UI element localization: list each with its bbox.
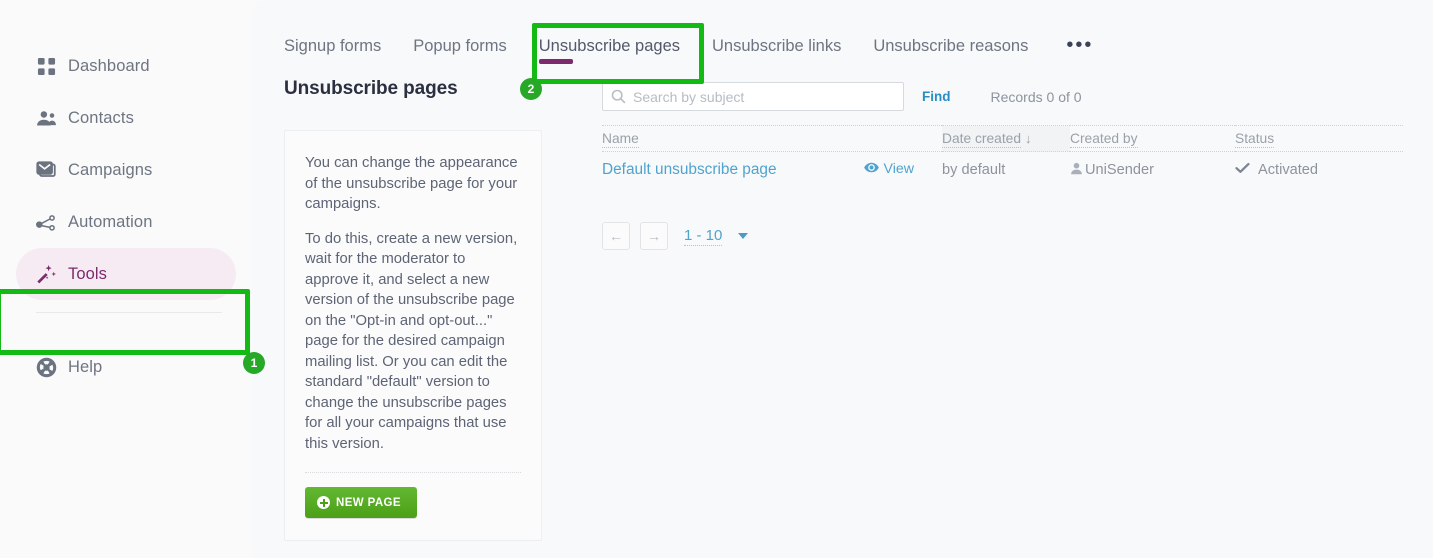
search-row: Find Records 0 of 0: [602, 82, 1403, 111]
cell-status: Activated: [1235, 152, 1403, 189]
cell-name: Default unsubscribe page View: [602, 152, 942, 189]
column-header-created-by[interactable]: Created by: [1070, 125, 1235, 152]
envelope-icon: [24, 160, 68, 180]
search-input[interactable]: [631, 87, 903, 106]
search-box[interactable]: [602, 82, 904, 111]
sidebar-item-label: Contacts: [68, 108, 134, 127]
column-header-label: Date created: [942, 131, 1021, 148]
pagination-range[interactable]: 1 - 10: [684, 227, 723, 246]
pagination-prev-button[interactable]: ←: [602, 222, 630, 250]
column-header-date-created[interactable]: Date created ↓: [942, 125, 1070, 152]
tab-unsubscribe-pages[interactable]: Unsubscribe pages: [523, 33, 696, 70]
find-button[interactable]: Find: [922, 89, 951, 104]
sidebar-item-label: Dashboard: [68, 56, 150, 75]
share-nodes-icon: [24, 213, 68, 232]
search-icon: [611, 89, 626, 109]
tab-label: Unsubscribe links: [712, 36, 842, 55]
sidebar: Dashboard Contacts Campaigns Automation …: [0, 0, 252, 558]
pagination: ← → 1 - 10: [602, 222, 1403, 250]
sidebar-item-help[interactable]: Help: [16, 341, 236, 393]
more-tabs-icon[interactable]: •••: [1044, 35, 1107, 62]
column-header-label: Created by: [1070, 131, 1138, 148]
info-card: You can change the appearance of the uns…: [284, 130, 542, 541]
sidebar-item-campaigns[interactable]: Campaigns: [16, 144, 236, 196]
cell-created-by: UniSender: [1070, 152, 1235, 189]
sidebar-item-label: Help: [68, 357, 103, 376]
sidebar-item-label: Automation: [68, 212, 153, 231]
life-ring-icon: [24, 357, 68, 378]
magic-wand-icon: [24, 264, 68, 284]
column-header-label: Status: [1235, 131, 1275, 148]
people-icon: [24, 109, 68, 128]
tab-bar: Signup forms Popup forms Unsubscribe pag…: [252, 0, 1433, 72]
column-header-label: Name: [602, 131, 639, 148]
content-area: Unsubscribe pages You can change the app…: [252, 72, 1433, 541]
new-page-button[interactable]: NEW PAGE: [305, 487, 417, 518]
sidebar-divider: [36, 312, 222, 313]
eye-icon: [863, 161, 879, 177]
unsubscribe-page-link[interactable]: Default unsubscribe page: [602, 161, 777, 178]
page-title: Unsubscribe pages: [284, 78, 458, 99]
table-body: Default unsubscribe page View by default…: [602, 152, 1403, 189]
active-tab-indicator: [538, 58, 573, 64]
tab-signup-forms[interactable]: Signup forms: [284, 33, 397, 70]
tab-unsubscribe-reasons[interactable]: Unsubscribe reasons: [857, 33, 1044, 70]
sidebar-nav-list: Dashboard Contacts Campaigns Automation …: [0, 0, 252, 393]
check-icon: [1235, 162, 1250, 178]
sidebar-item-automation[interactable]: Automation: [16, 196, 236, 248]
tab-popup-forms[interactable]: Popup forms: [397, 33, 523, 70]
table-header-row: Name Date created ↓ Created by Status: [602, 125, 1403, 152]
sidebar-item-dashboard[interactable]: Dashboard: [16, 40, 236, 92]
right-column: Find Records 0 of 0 Name: [574, 72, 1403, 541]
tab-unsubscribe-links[interactable]: Unsubscribe links: [696, 33, 857, 70]
app-root: Dashboard Contacts Campaigns Automation …: [0, 0, 1433, 558]
unsubscribe-pages-table: Name Date created ↓ Created by Status De…: [602, 125, 1403, 188]
column-header-status[interactable]: Status: [1235, 125, 1403, 152]
user-icon: [1070, 162, 1083, 179]
pagination-next-button[interactable]: →: [640, 222, 668, 250]
tab-label: Popup forms: [413, 36, 507, 55]
sidebar-item-tools[interactable]: Tools: [16, 248, 236, 300]
info-paragraph-2: To do this, create a new version, wait f…: [305, 230, 518, 452]
grid-icon: [24, 57, 68, 76]
chevron-down-icon[interactable]: [738, 233, 749, 239]
view-link[interactable]: View: [863, 161, 943, 177]
sidebar-item-label: Tools: [68, 264, 108, 283]
main-panel: Signup forms Popup forms Unsubscribe pag…: [252, 0, 1433, 558]
sort-descending-icon: ↓: [1025, 131, 1032, 146]
status-badge: Activated: [1235, 162, 1318, 178]
sidebar-item-label: Campaigns: [68, 160, 153, 179]
new-page-button-label: NEW PAGE: [336, 496, 401, 509]
records-count: Records 0 of 0: [990, 88, 1082, 105]
sidebar-item-contacts[interactable]: Contacts: [16, 92, 236, 144]
table-header: Name Date created ↓ Created by Status: [602, 125, 1403, 152]
cell-date-created: by default: [942, 162, 1006, 178]
left-column: Unsubscribe pages You can change the app…: [284, 72, 574, 541]
view-link-label: View: [883, 161, 915, 177]
tab-label: Unsubscribe pages: [538, 36, 681, 55]
info-paragraph-1: You can change the appearance of the uns…: [305, 155, 518, 212]
tab-label: Unsubscribe reasons: [873, 36, 1029, 55]
tab-label: Signup forms: [284, 36, 382, 55]
card-divider: [305, 472, 521, 473]
creator-name: UniSender: [1085, 162, 1154, 178]
creator-cell: UniSender: [1070, 162, 1154, 179]
table-row: Default unsubscribe page View by default…: [602, 152, 1403, 189]
column-header-name[interactable]: Name: [602, 125, 942, 152]
plus-circle-icon: [317, 496, 330, 509]
status-label: Activated: [1258, 162, 1319, 178]
